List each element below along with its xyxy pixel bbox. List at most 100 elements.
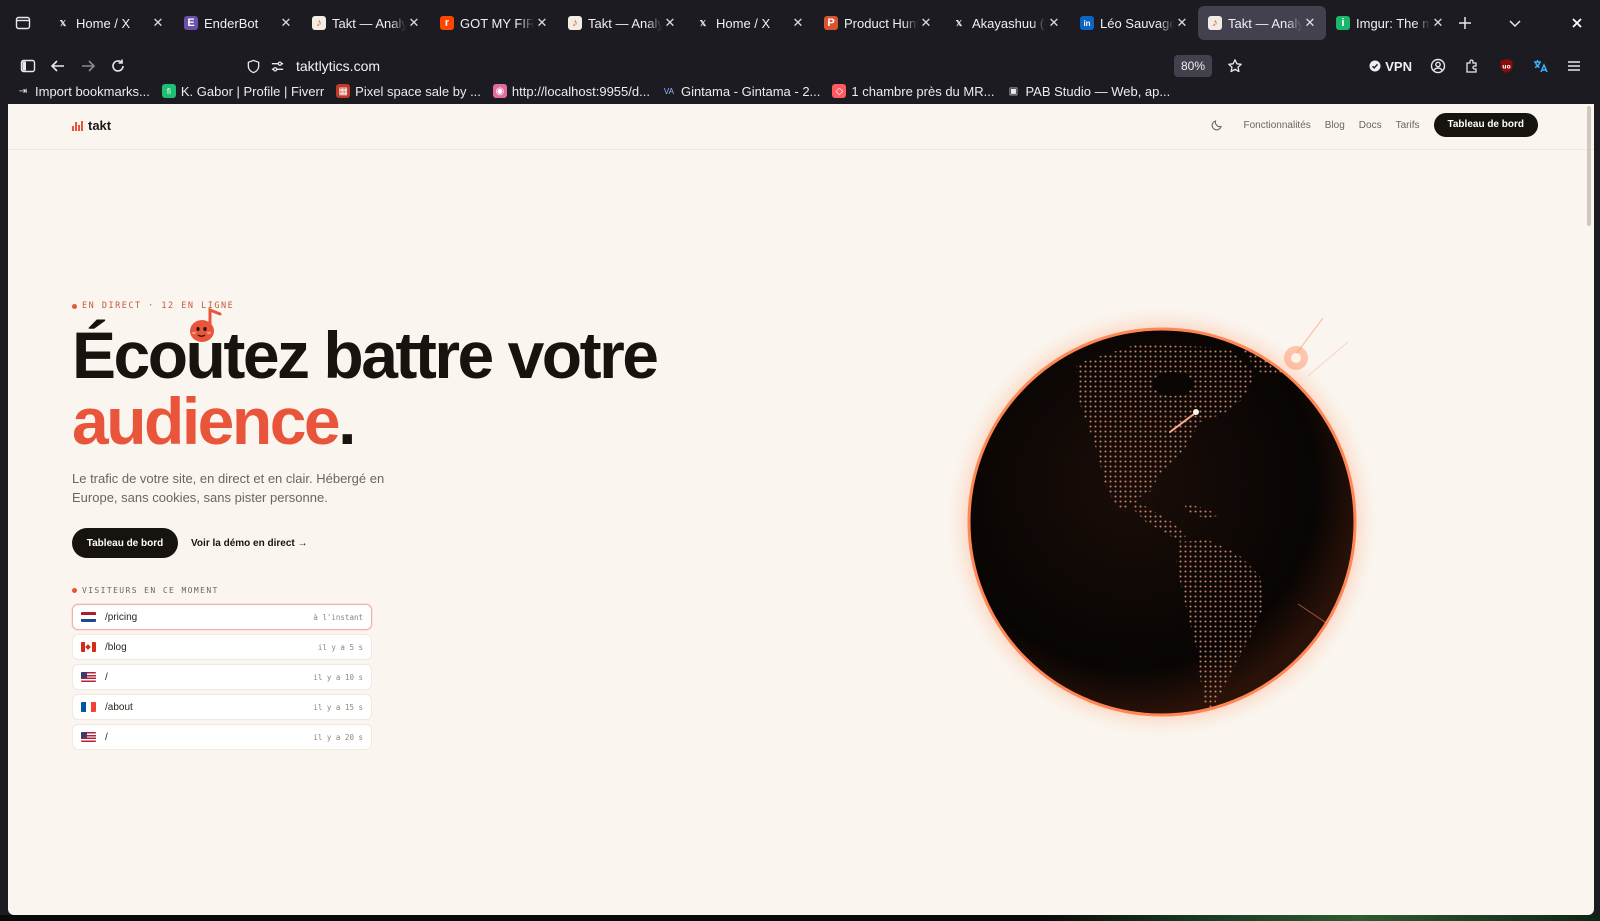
- bookmark-label: Import bookmarks...: [35, 83, 150, 99]
- nav-link-blog[interactable]: Blog: [1325, 120, 1345, 131]
- bookmark-label: 1 chambre près du MR...: [851, 83, 995, 99]
- hamburger-menu-icon: [1568, 61, 1580, 71]
- nav-link-pricing[interactable]: Tarifs: [1396, 120, 1420, 131]
- close-tab-icon[interactable]: ✕: [278, 15, 294, 31]
- arrow-right-icon: [82, 60, 96, 72]
- pab-icon: ▣: [1008, 85, 1019, 97]
- visitor-path: /about: [105, 701, 133, 713]
- close-tab-icon[interactable]: ✕: [1046, 15, 1062, 31]
- visitor-row: /blog il y a 5 s: [72, 634, 372, 660]
- browser-tab[interactable]: ♪ Takt — Analytics✕: [558, 6, 686, 40]
- tracking-protection-shield-icon[interactable]: [242, 59, 264, 74]
- tab-title: Takt — Analytics: [1228, 15, 1302, 31]
- browser-tab[interactable]: P Product Hunt ✕: [814, 6, 942, 40]
- browser-tab[interactable]: 𝕏 Home / X ✕: [46, 6, 174, 40]
- hero-dashboard-button[interactable]: Tableau de bord: [72, 528, 178, 558]
- bookmark-label: http://localhost:9955/d...: [511, 83, 650, 99]
- visitor-feed: /pricing à l'instant/blog il y a 5 s / il y …: [72, 604, 372, 754]
- close-tab-icon[interactable]: ✕: [534, 15, 550, 31]
- site-permissions-icon[interactable]: [266, 59, 288, 74]
- bookmark-item[interactable]: ⇥ Import bookmarks...: [16, 84, 150, 99]
- takt-icon: ♪: [1208, 16, 1222, 30]
- visitor-time: il y a 5 s: [317, 642, 363, 652]
- music-note-mascot-icon: [190, 307, 222, 342]
- sidebar-toggle-button[interactable]: [13, 51, 43, 81]
- translate-extension-button[interactable]: [1526, 52, 1554, 80]
- close-window-button[interactable]: [1560, 6, 1594, 40]
- hero-title: Écoutez battre votre audience.: [72, 322, 659, 454]
- browser-tab[interactable]: E EnderBot ✕: [174, 6, 302, 40]
- forward-button[interactable]: [73, 51, 103, 81]
- new-tab-button[interactable]: [1448, 6, 1482, 40]
- visitor-row: / il y a 10 s: [72, 664, 372, 690]
- bookmark-item[interactable]: ▣ PAB Studio — Web, ap...: [1006, 84, 1171, 99]
- nav-link-features[interactable]: Fonctionnalités: [1244, 120, 1311, 131]
- extensions-button[interactable]: [1458, 52, 1486, 80]
- url-text[interactable]: taktlytics.com: [296, 58, 380, 74]
- puzzle-icon: [1466, 59, 1477, 73]
- zoom-level-button[interactable]: 80%: [1173, 55, 1212, 77]
- visitor-path: /: [105, 731, 108, 743]
- site-logo[interactable]: takt: [72, 118, 111, 133]
- page-viewport: takt Fonctionnalités Blog Docs Tarifs Ta…: [8, 104, 1594, 915]
- firefox-view-button[interactable]: [0, 0, 46, 46]
- close-tab-icon[interactable]: ✕: [406, 15, 422, 31]
- vpn-button[interactable]: VPN: [1363, 59, 1418, 74]
- linkedin-icon: in: [1080, 16, 1094, 30]
- visitor-path: /pricing: [105, 611, 138, 623]
- close-tab-icon[interactable]: ✕: [790, 15, 806, 31]
- back-button[interactable]: [43, 51, 73, 81]
- close-tab-icon[interactable]: ✕: [1430, 15, 1446, 31]
- ublock-extension-button[interactable]: uo: [1492, 52, 1520, 80]
- visitors-dot-icon: [72, 588, 77, 593]
- close-tab-icon[interactable]: ✕: [918, 15, 934, 31]
- browser-tab[interactable]: r GOT MY FIRST✕: [430, 6, 558, 40]
- theme-toggle-button[interactable]: [1208, 116, 1226, 134]
- x-logo-icon: 𝕏: [699, 18, 707, 28]
- close-tab-icon[interactable]: ✕: [1302, 15, 1318, 31]
- close-tab-icon[interactable]: ✕: [1174, 15, 1190, 31]
- visitor-time: il y a 15 s: [313, 702, 363, 712]
- account-button[interactable]: [1424, 52, 1452, 80]
- tab-title: Takt — Analytics: [588, 15, 662, 31]
- canada-flag-icon: [81, 642, 96, 652]
- close-tab-icon[interactable]: ✕: [150, 15, 166, 31]
- airbnb-icon: ◇: [832, 84, 847, 98]
- browser-tab[interactable]: ♪ Takt — Analytics✕: [1198, 6, 1326, 40]
- list-all-tabs-button[interactable]: [1498, 6, 1532, 40]
- tab-bar: 𝕏Home / X✕EEnderBot✕♪Takt — Analytics✕rG…: [0, 0, 1600, 46]
- tab-title: EnderBot: [204, 15, 259, 31]
- bookmark-item[interactable]: fi K. Gabor | Profile | Fiverr: [161, 84, 324, 99]
- bookmark-item[interactable]: ◉ http://localhost:9955/d...: [492, 83, 650, 99]
- brand-name: takt: [88, 118, 112, 133]
- header-dashboard-button[interactable]: Tableau de bord: [1433, 113, 1538, 137]
- bookmark-star-icon[interactable]: [1224, 55, 1246, 77]
- nav-link-docs[interactable]: Docs: [1359, 120, 1382, 131]
- tab-title: GOT MY FIRST: [460, 15, 534, 31]
- plus-icon: [1459, 17, 1471, 29]
- gintama-icon: VA: [663, 86, 674, 96]
- tab-title: Home / X: [716, 15, 771, 31]
- app-menu-button[interactable]: [1560, 52, 1588, 80]
- close-tab-icon[interactable]: ✕: [662, 15, 678, 31]
- bookmark-item[interactable]: VA Gintama - Gintama - 2...: [662, 84, 820, 99]
- usa-flag-icon: [81, 732, 96, 742]
- reload-button[interactable]: [103, 51, 133, 81]
- address-bar[interactable]: taktlytics.com 80%: [234, 50, 1264, 82]
- live-demo-link[interactable]: Voir la démo en direct →: [191, 538, 308, 549]
- browser-tab[interactable]: 𝕏 Akayashuu (@✕: [942, 6, 1070, 40]
- sidebar-icon: [20, 59, 36, 73]
- close-icon: [1572, 18, 1582, 28]
- browser-tab[interactable]: in Léo Sauvage |✕: [1070, 6, 1198, 40]
- browser-tab[interactable]: i Imgur: The ma✕: [1326, 6, 1454, 40]
- visitor-row: /pricing à l'instant: [72, 604, 372, 630]
- tab-title: Takt — Analytics: [332, 15, 406, 31]
- browser-tab[interactable]: ♪ Takt — Analytics✕: [302, 6, 430, 40]
- page-scrollbar[interactable]: [1587, 106, 1591, 226]
- browser-tab[interactable]: 𝕏 Home / X ✕: [686, 6, 814, 40]
- bookmark-item[interactable]: ◇ 1 chambre près du MR...: [832, 84, 994, 99]
- tab-title: Akayashuu (@: [972, 15, 1046, 31]
- bookmark-item[interactable]: ▦ Pixel space sale by ...: [336, 84, 481, 99]
- reddit-icon: r: [440, 16, 454, 30]
- takt-icon: ♪: [312, 16, 326, 30]
